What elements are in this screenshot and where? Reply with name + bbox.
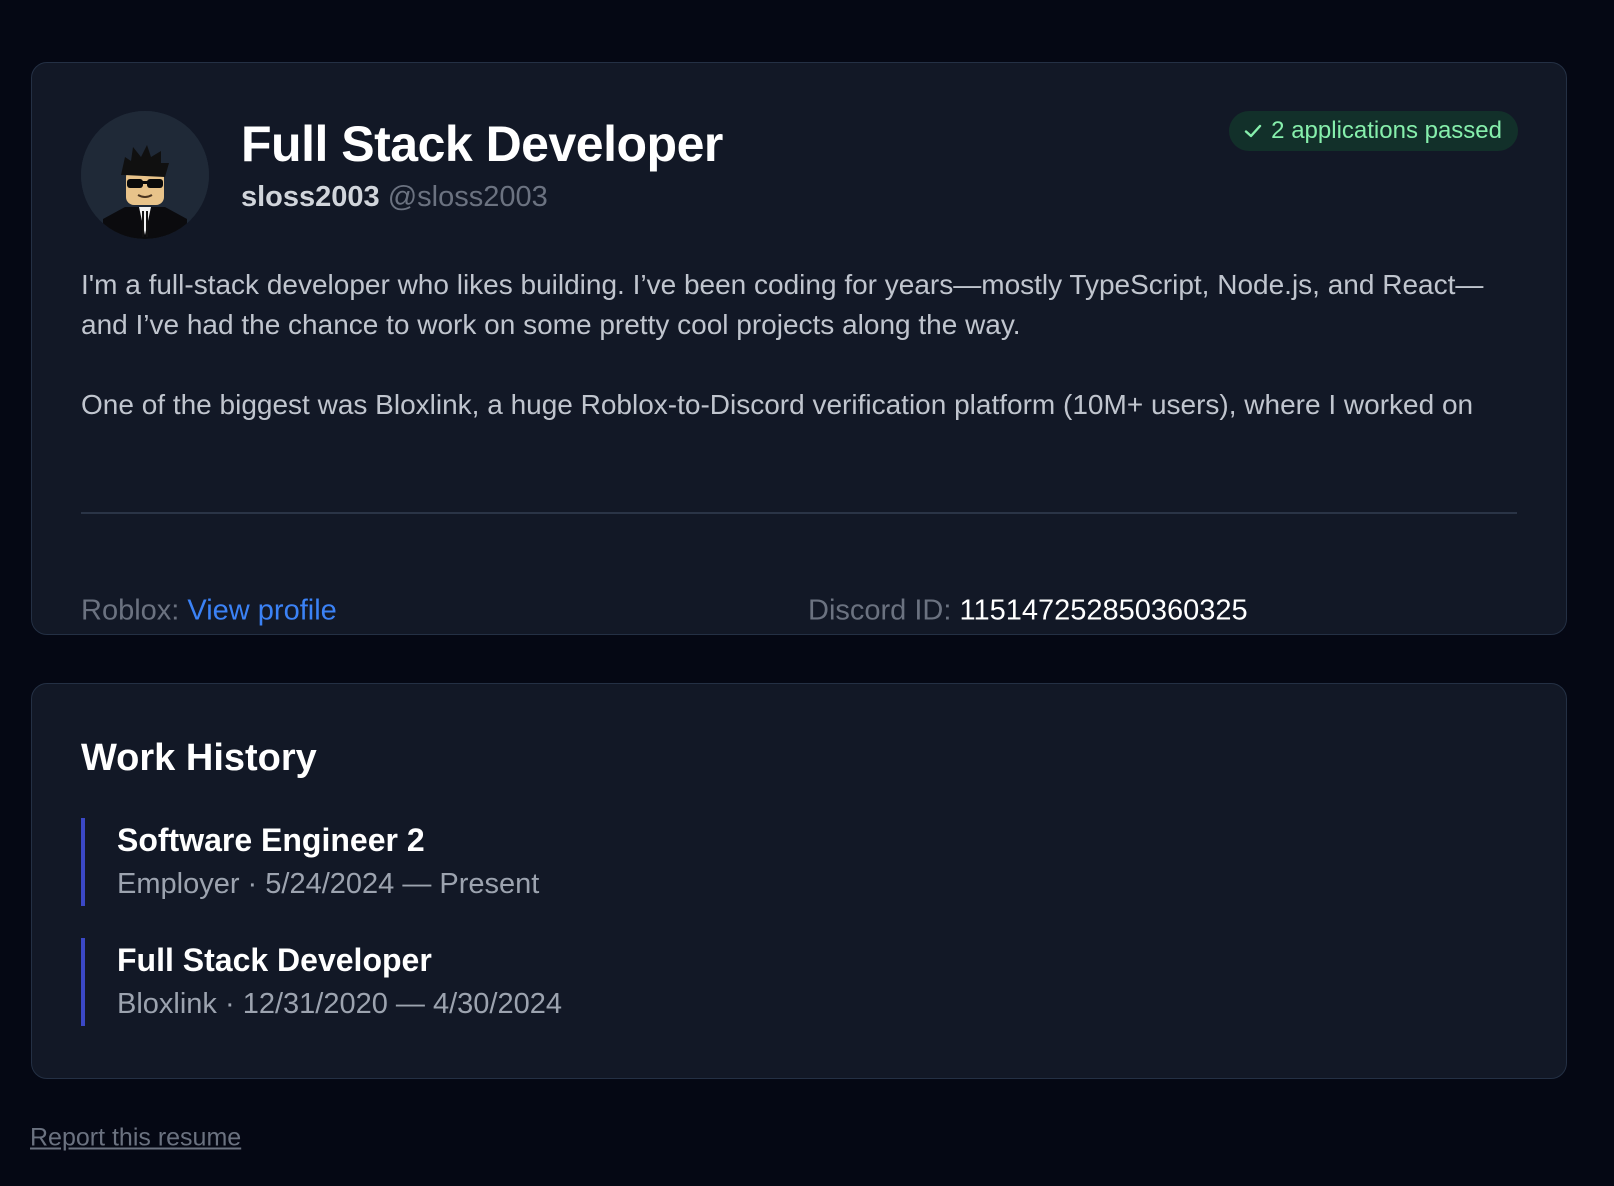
discord-meta: Discord ID: 115147252850360325 xyxy=(808,595,1248,628)
bio-paragraph: I'm a full-stack developer who likes bui… xyxy=(81,269,1484,340)
user-line: sloss2003 @sloss2003 xyxy=(241,179,723,215)
username: @sloss2003 xyxy=(387,181,548,213)
avatar xyxy=(81,111,209,239)
list-item: Software Engineer 2 Employer · 5/24/2024… xyxy=(81,818,1517,906)
discord-id: 115147252850360325 xyxy=(959,594,1248,627)
job-list: Software Engineer 2 Employer · 5/24/2024… xyxy=(81,818,1517,1026)
roblox-label: Roblox: xyxy=(81,594,180,627)
work-history-title: Work History xyxy=(81,737,317,779)
work-history-card: Work History Software Engineer 2 Employe… xyxy=(31,683,1567,1079)
status-badge-label: 2 applications passed xyxy=(1271,117,1502,144)
profile-meta: Roblox: View profile Discord ID: 1151472… xyxy=(81,595,1517,628)
divider xyxy=(81,512,1517,514)
status-badge: 2 applications passed xyxy=(1229,111,1518,151)
job-title: Full Stack Developer xyxy=(117,942,432,978)
title-block: Full Stack Developer sloss2003 @sloss200… xyxy=(241,115,723,215)
profile-card: Full Stack Developer sloss2003 @sloss200… xyxy=(31,62,1567,635)
job-meta: Employer · 5/24/2024 — Present xyxy=(117,868,540,900)
display-name: sloss2003 xyxy=(241,181,380,213)
bio-paragraph: One of the biggest was Bloxlink, a huge … xyxy=(81,389,1474,420)
report-resume-link[interactable]: Report this resume xyxy=(30,1124,241,1153)
resume-page: Full Stack Developer sloss2003 @sloss200… xyxy=(0,0,1614,1186)
job-meta: Bloxlink · 12/31/2020 — 4/30/2024 xyxy=(117,988,562,1020)
bio: I'm a full-stack developer who likes bui… xyxy=(81,265,1521,425)
page-title: Full Stack Developer xyxy=(241,116,723,172)
roblox-profile-link[interactable]: View profile xyxy=(187,595,336,627)
discord-label: Discord ID: xyxy=(808,594,952,627)
list-item: Full Stack Developer Bloxlink · 12/31/20… xyxy=(81,938,1517,1026)
roblox-meta: Roblox: View profile xyxy=(81,595,808,628)
check-icon xyxy=(1243,121,1263,141)
job-title: Software Engineer 2 xyxy=(117,822,425,858)
